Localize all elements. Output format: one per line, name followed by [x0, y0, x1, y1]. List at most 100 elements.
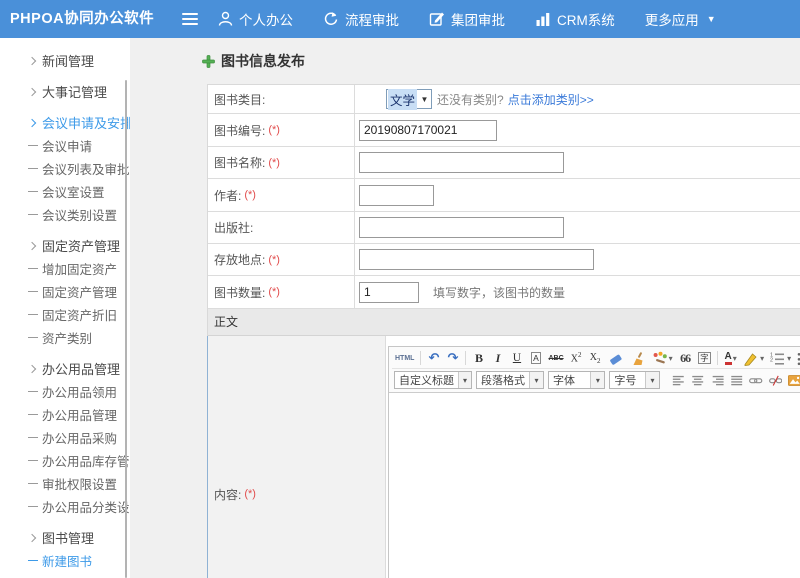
sidebar-item-meeting-category-settings[interactable]: 会议类别设置: [0, 203, 130, 226]
dash-icon: [28, 291, 42, 292]
book-category-select[interactable]: 文学 ▼: [386, 89, 432, 109]
book-no-input[interactable]: [359, 120, 497, 141]
sidebar-item-book-list[interactable]: 图书管理: [0, 572, 130, 578]
sidebar-item-approval-permission-settings[interactable]: 审批权限设置: [0, 472, 130, 495]
highlight-icon[interactable]: ▾: [741, 349, 766, 367]
location-input[interactable]: [359, 249, 594, 270]
image-icon[interactable]: [786, 371, 800, 389]
redo-icon[interactable]: ↷: [444, 349, 461, 367]
workflow-icon: [323, 11, 339, 27]
sidebar-item-meeting-list-approval[interactable]: 会议列表及审批: [0, 157, 130, 180]
nav-item-crm-system[interactable]: CRM系统: [535, 9, 615, 29]
underline-icon[interactable]: U: [508, 349, 525, 367]
label-text: 存放地点:: [214, 251, 265, 268]
author-input[interactable]: [359, 185, 434, 206]
clear-format-icon[interactable]: [628, 349, 648, 367]
caret-down-icon: ▾: [458, 372, 471, 388]
dash-icon: [28, 560, 42, 561]
chevron-right-icon: [28, 58, 42, 64]
italic-icon[interactable]: I: [489, 349, 506, 367]
field-label: 图书数量: (*): [208, 276, 355, 308]
sidebar-item-new-book[interactable]: 新建图书: [0, 549, 130, 572]
sidebar-scrollbar[interactable]: [125, 80, 127, 578]
unordered-list-icon[interactable]: ▾: [795, 349, 800, 367]
form-row-book-no: 图书编号: (*): [208, 114, 800, 147]
sidebar-item-label: 固定资产管理: [42, 236, 120, 255]
paste-text-icon[interactable]: 字: [696, 349, 714, 367]
justify-icon[interactable]: [728, 371, 745, 389]
nav-item-group-approval[interactable]: 集团审批: [429, 9, 505, 29]
undo-icon[interactable]: ↶: [425, 349, 442, 367]
paragraph-format-select[interactable]: 段落格式▾: [476, 371, 544, 389]
sidebar-item-add-fixed-asset[interactable]: 增加固定资产: [0, 257, 130, 280]
nav-item-personal-office[interactable]: 个人办公: [218, 9, 293, 29]
superscript-icon[interactable]: X2: [568, 349, 585, 367]
html-source-icon[interactable]: HTML: [393, 349, 416, 367]
label-text: 图书名称:: [214, 154, 265, 171]
sidebar-item-book-management[interactable]: 图书管理: [0, 526, 130, 549]
sidebar-item-fixed-asset-management[interactable]: 固定资产管理: [0, 280, 130, 303]
blockquote-icon[interactable]: 66: [677, 349, 694, 367]
quantity-input[interactable]: [359, 282, 419, 303]
font-color-icon[interactable]: A▾: [722, 349, 739, 367]
field-cell: 文学 ▼ 还没有类别? 点击添加类别>>: [355, 85, 800, 113]
ordered-list-icon[interactable]: 12▾: [768, 349, 793, 367]
sidebar-item-supplies-claim[interactable]: 办公用品领用: [0, 380, 130, 403]
form-row-content: 内容: (*) HTML↶↷BIUAABCX2X2▾66字A▾▾12▾▾ 自定义…: [207, 336, 800, 578]
sidebar-item-meeting-room-settings[interactable]: 会议室设置: [0, 180, 130, 203]
nav-item-label: 个人办公: [239, 9, 293, 29]
remove-format-icon[interactable]: A: [527, 349, 544, 367]
sidebar-item-label: 大事记管理: [42, 82, 107, 101]
editor-content-area[interactable]: [389, 393, 800, 578]
align-right-icon[interactable]: [709, 371, 726, 389]
sidebar-item-supplies-inventory[interactable]: 办公用品库存管理: [0, 449, 130, 472]
sidebar-item-fixed-asset-depreciation[interactable]: 固定资产折旧: [0, 303, 130, 326]
sidebar-item-asset-category[interactable]: 资产类别: [0, 326, 130, 349]
sidebar-item-supplies-purchase[interactable]: 办公用品采购: [0, 426, 130, 449]
dash-icon: [28, 337, 42, 338]
required-mark: (*): [268, 157, 280, 169]
chevron-right-icon: [28, 366, 42, 372]
caret-down-icon: ▾: [645, 372, 659, 388]
label-text: 出版社:: [214, 219, 253, 236]
dash-icon: [28, 483, 42, 484]
nav-item-more-apps[interactable]: 更多应用▼: [645, 9, 716, 29]
publisher-input[interactable]: [359, 217, 564, 238]
sidebar-item-fixed-assets-management[interactable]: 固定资产管理: [0, 234, 130, 257]
sidebar-item-supplies-category-settings[interactable]: 办公用品分类设置: [0, 495, 130, 518]
bold-icon[interactable]: B: [470, 349, 487, 367]
sidebar-item-office-supplies-management[interactable]: 办公用品管理: [0, 357, 130, 380]
field-label: 出版社:: [208, 212, 355, 243]
sidebar-item-label: 固定资产管理: [42, 282, 117, 301]
select-label: 段落格式: [477, 372, 529, 388]
add-category-link[interactable]: 点击添加类别>>: [508, 91, 594, 108]
nav-item-workflow-approval[interactable]: 流程审批: [323, 9, 399, 29]
font-size-select[interactable]: 字号▾: [609, 371, 660, 389]
menu-toggle-icon[interactable]: [182, 13, 198, 25]
align-center-icon[interactable]: [689, 371, 706, 389]
dash-icon: [28, 191, 42, 192]
strikethrough-icon[interactable]: ABC: [546, 349, 565, 367]
app-header: PHPOA协同办公软件 个人办公流程审批集团审批CRM系统更多应用▼: [0, 0, 800, 38]
field-label: 内容: (*): [208, 336, 386, 578]
dash-icon: [28, 391, 42, 392]
auto-typeset-icon[interactable]: ▾: [650, 349, 675, 367]
eraser-icon[interactable]: [606, 349, 626, 367]
link-icon[interactable]: [747, 371, 764, 389]
required-mark: (*): [268, 124, 280, 136]
sidebar-item-events-management[interactable]: 大事记管理: [0, 80, 130, 103]
custom-heading-select[interactable]: 自定义标题▾: [394, 371, 472, 389]
subscript-icon[interactable]: X2: [587, 349, 604, 367]
sidebar-item-news-management[interactable]: 新闻管理: [0, 49, 130, 72]
toolbar-separator: [420, 351, 421, 365]
sidebar-item-meeting-apply[interactable]: 会议申请: [0, 134, 130, 157]
dash-icon: [28, 168, 42, 169]
page-title: 图书信息发布: [221, 51, 305, 71]
book-name-input[interactable]: [359, 152, 564, 173]
align-left-icon[interactable]: [670, 371, 687, 389]
sidebar-item-meeting-apply-arrange[interactable]: 会议申请及安排: [0, 111, 130, 134]
sidebar-item-supplies-management[interactable]: 办公用品管理: [0, 403, 130, 426]
font-family-select[interactable]: 字体▾: [548, 371, 605, 389]
unlink-icon[interactable]: [767, 371, 784, 389]
label-text: 图书编号:: [214, 122, 265, 139]
